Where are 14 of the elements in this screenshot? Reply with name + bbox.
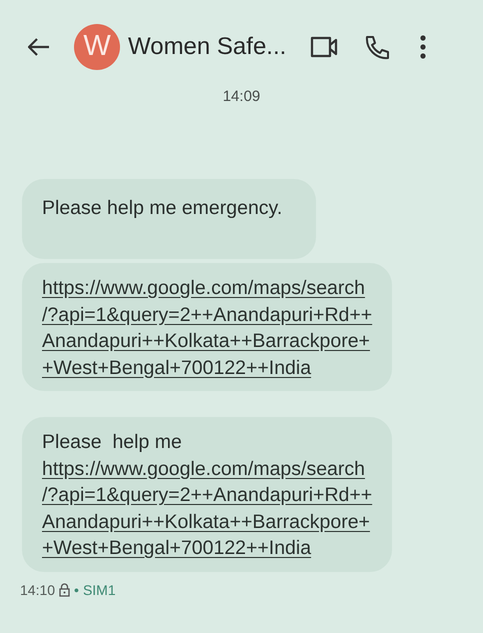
sim-label: SIM1	[82, 580, 116, 600]
separator: •	[74, 580, 79, 600]
message-text: Please help me	[42, 430, 183, 455]
phone-icon[interactable]	[364, 34, 390, 60]
map-link[interactable]: https://www.google.com/maps/search /?api=1&query=2++Anandapuri+Rd++ Anandapuri++Kolkata++Barrackpore+ +West+Bengal+700122++India	[42, 456, 372, 562]
map-link[interactable]: https://www.google.com/maps/search /?api=1&query=2++Anandapuri+Rd++ Anandapuri++Kolkata++Barrackpore+ +West+Bengal+700122++India	[42, 275, 372, 381]
back-icon[interactable]	[28, 38, 50, 56]
time-label: 14:09	[222, 87, 260, 107]
conversation-title: Women Safe...	[128, 32, 286, 62]
message-text: Please help me emergency.	[42, 196, 282, 220]
contact-avatar: W	[74, 24, 120, 70]
message-time: 14:10	[20, 580, 56, 600]
more-options-icon[interactable]	[420, 35, 426, 59]
lock-icon	[59, 583, 70, 597]
